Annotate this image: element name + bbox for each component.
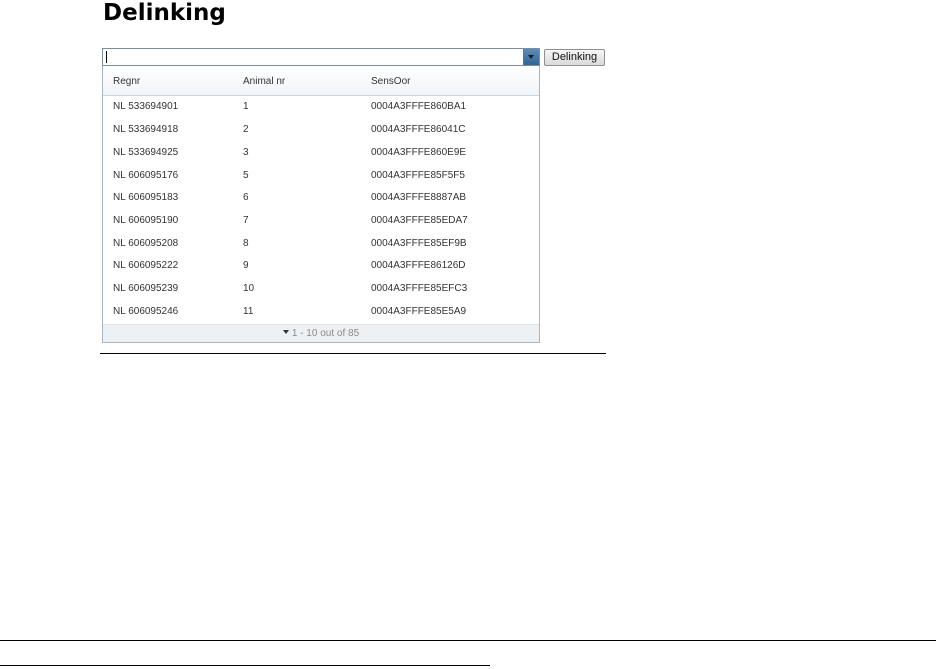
table-row[interactable]: NL 606095239 10 0004A3FFFE85EFC3 [103,278,539,300]
cell-regnr: NL 606095239 [113,283,179,294]
table-row[interactable]: NL 606095208 8 0004A3FFFE85EF9B [103,233,539,255]
cell-regnr: NL 606095183 [113,192,179,203]
cell-sensoor: 0004A3FFFE86041C [371,124,466,135]
cell-animal-nr: 5 [243,170,249,181]
table-row[interactable]: NL 606095183 6 0004A3FFFE8887AB [103,187,539,209]
combobox-dropdown-grid: Regnr Animal nr SensOor NL 533694901 1 0… [102,66,540,343]
cell-regnr: NL 606095246 [113,306,179,317]
column-header-sensoor[interactable]: SensOor [371,76,410,87]
cell-regnr: NL 533694925 [113,147,179,158]
text-cursor [106,51,107,63]
page-divider [0,640,936,641]
table-row[interactable]: NL 533694925 3 0004A3FFFE860E9E [103,142,539,164]
grid-header: Regnr Animal nr SensOor [103,66,539,96]
cell-regnr: NL 606095208 [113,238,179,249]
cell-animal-nr: 2 [243,124,249,135]
cell-animal-nr: 10 [243,283,255,294]
caret-down-icon [282,330,289,335]
search-input[interactable] [103,49,521,65]
pager-label: 1 - 10 out of 85 [291,328,360,339]
table-row[interactable]: NL 606095176 5 0004A3FFFE85F5F5 [103,165,539,187]
table-row[interactable]: NL 533694901 1 0004A3FFFE860BA1 [103,96,539,118]
footer-divider [0,665,490,666]
cell-animal-nr: 3 [243,147,249,158]
cell-animal-nr: 8 [243,238,249,249]
combobox-toggle-button[interactable] [523,49,539,65]
column-header-animal-nr[interactable]: Animal nr [243,76,285,87]
column-header-regnr[interactable]: Regnr [113,76,140,87]
cell-sensoor: 0004A3FFFE85E5A9 [371,306,467,317]
table-row[interactable]: NL 533694918 2 0004A3FFFE86041C [103,119,539,141]
cell-sensoor: 0004A3FFFE86126D [371,260,466,271]
section-divider [100,353,606,354]
cell-animal-nr: 9 [243,260,249,271]
cell-animal-nr: 6 [243,192,249,203]
cell-regnr: NL 606095190 [113,215,179,226]
cell-regnr: NL 533694901 [113,101,179,112]
grid-pager[interactable]: 1 - 10 out of 85 [103,324,539,342]
table-row[interactable]: NL 606095190 7 0004A3FFFE85EDA7 [103,210,539,232]
chevron-down-icon [528,55,534,59]
cell-sensoor: 0004A3FFFE860E9E [371,147,467,158]
cell-animal-nr: 1 [243,101,249,112]
page-title: Delinking [103,0,226,26]
table-row[interactable]: NL 606095222 9 0004A3FFFE86126D [103,255,539,277]
cell-sensoor: 0004A3FFFE85EF9B [371,238,467,249]
animal-combobox[interactable] [102,48,540,66]
cell-sensoor: 0004A3FFFE85F5F5 [371,170,465,181]
cell-regnr: NL 606095176 [113,170,179,181]
cell-sensoor: 0004A3FFFE85EDA7 [371,215,468,226]
cell-sensoor: 0004A3FFFE8887AB [371,192,467,203]
cell-regnr: NL 606095222 [113,260,179,271]
cell-sensoor: 0004A3FFFE85EFC3 [371,283,468,294]
cell-regnr: NL 533694918 [113,124,179,135]
cell-animal-nr: 7 [243,215,249,226]
cell-sensoor: 0004A3FFFE860BA1 [371,101,467,112]
table-row[interactable]: NL 606095246 11 0004A3FFFE85E5A9 [103,301,539,323]
delinking-button[interactable]: Delinking [544,49,605,66]
cell-animal-nr: 11 [243,306,254,317]
